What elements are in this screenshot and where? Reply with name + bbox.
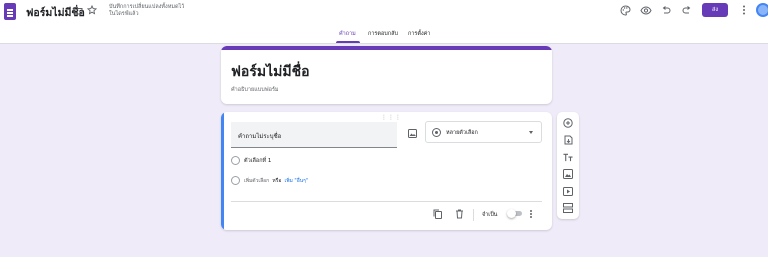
option-radio-icon <box>231 156 240 165</box>
add-video-icon[interactable] <box>563 186 573 196</box>
tab-settings[interactable]: การตั้งค่า <box>408 30 430 38</box>
question-title-input[interactable]: คำถามไม่ระบุชื่อ <box>231 122 397 148</box>
tab-questions[interactable]: คำถาม <box>339 30 356 38</box>
form-title-card[interactable]: ฟอร์มไม่มีชื่อ คำอธิบายแบบฟอร์ม <box>221 46 552 104</box>
toggle-thumb <box>507 209 516 218</box>
option-radio-icon <box>231 176 240 185</box>
tab-responses[interactable]: การตอบกลับ <box>368 30 398 38</box>
title-card-accent-bar <box>221 46 552 50</box>
undo-icon[interactable] <box>660 4 672 16</box>
forms-app-icon[interactable] <box>4 3 16 20</box>
app-header: ฟอร์มไม่มีชื่อ บันทึกการเปลี่ยนแปลงทั้งห… <box>0 0 768 44</box>
radio-button-icon <box>432 128 441 137</box>
question-type-label: หลายตัวเลือก <box>446 130 478 136</box>
more-vert-icon[interactable] <box>738 4 750 16</box>
add-section-icon[interactable] <box>563 203 573 213</box>
redo-icon[interactable] <box>681 4 693 16</box>
form-tabs: คำถาม การตอบกลับ การตั้งค่า <box>0 26 768 44</box>
option-label-input[interactable]: ตัวเลือกที่ 1 <box>244 157 271 165</box>
footer-separator <box>473 209 474 221</box>
form-description[interactable]: คำอธิบายแบบฟอร์ม <box>231 86 279 94</box>
required-toggle[interactable] <box>507 209 522 218</box>
question-title-text: คำถามไม่ระบุชื่อ <box>238 133 282 140</box>
required-label: จำเป็น <box>482 212 498 218</box>
duplicate-icon[interactable] <box>432 209 442 219</box>
folder-icon[interactable] <box>72 4 84 16</box>
send-button[interactable]: ส่ง <box>702 3 728 17</box>
drag-handle-icon[interactable]: ⋮⋮⋮ <box>381 114 402 121</box>
or-text: หรือ <box>272 178 282 184</box>
add-image-icon[interactable] <box>407 128 417 138</box>
side-toolbar <box>557 112 579 219</box>
add-option-link[interactable]: เพิ่มตัวเลือก <box>244 178 269 184</box>
add-other-link[interactable]: เพิ่ม "อื่นๆ" <box>285 178 309 184</box>
eye-icon[interactable] <box>640 4 652 16</box>
add-title-icon[interactable] <box>563 152 573 162</box>
add-image-icon[interactable] <box>563 169 573 179</box>
dropdown-caret-icon <box>529 131 533 134</box>
header-divider <box>0 43 768 44</box>
question-card[interactable]: ⋮⋮⋮ คำถามไม่ระบุชื่อ หลายตัวเลือก ตัวเลื… <box>221 112 552 230</box>
question-type-select[interactable]: หลายตัวเลือก <box>425 121 542 143</box>
account-avatar[interactable] <box>756 3 768 17</box>
active-question-indicator <box>221 112 224 230</box>
form-title[interactable]: ฟอร์มไม่มีชื่อ <box>231 61 309 83</box>
question-footer-divider <box>231 201 542 202</box>
star-icon[interactable] <box>86 4 98 16</box>
palette-icon[interactable] <box>619 4 631 16</box>
add-option-line: เพิ่มตัวเลือก หรือ เพิ่ม "อื่นๆ" <box>244 177 308 185</box>
question-more-icon[interactable] <box>527 209 535 219</box>
save-status: บันทึกการเปลี่ยนแปลงทั้งหมดไว้ในไดรฟ์แล้… <box>109 4 185 17</box>
add-question-icon[interactable] <box>563 118 573 128</box>
delete-icon[interactable] <box>454 209 464 219</box>
import-questions-icon[interactable] <box>563 135 573 145</box>
